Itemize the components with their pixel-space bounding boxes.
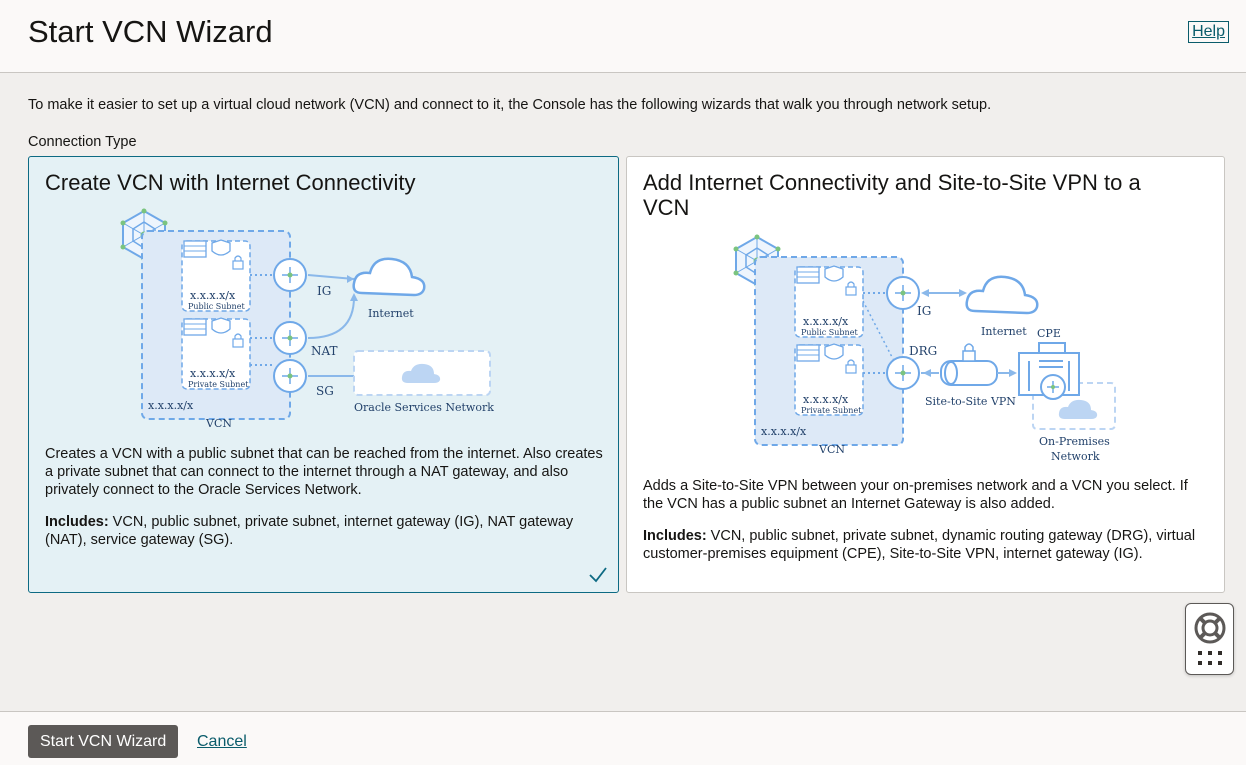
nat-gateway-icon [273, 321, 307, 355]
server-icon [796, 266, 820, 284]
card-description: Adds a Site-to-Site VPN between your on-… [643, 478, 1188, 512]
vcn-cidr: x.x.x.x/x [761, 425, 807, 438]
private-cidr: x.x.x.x/x [190, 367, 236, 380]
page-title: Start VCN Wizard [28, 14, 273, 49]
ig-gateway-icon [886, 276, 920, 310]
includes-text: VCN, public subnet, private subnet, inte… [45, 514, 574, 548]
card-title: Add Internet Connectivity and Site-to-Si… [643, 170, 1141, 220]
internet-cloud-icon [352, 257, 426, 297]
sg-label: SG [316, 384, 334, 398]
grid-icon[interactable] [1198, 651, 1222, 667]
public-subnet-label: Public Subnet [801, 328, 858, 337]
drg-label: DRG [909, 344, 937, 358]
help-link[interactable]: Help [1188, 21, 1229, 43]
cpe-router-icon [1040, 374, 1066, 400]
internet-label: Internet [368, 307, 414, 320]
card-includes: Includes: VCN, public subnet, private su… [45, 513, 605, 549]
service-gateway-icon [273, 359, 307, 393]
security-list-icon [824, 265, 844, 282]
includes-text: VCN, public subnet, private subnet, dyna… [643, 528, 1196, 562]
vpn-label: Site-to-Site VPN [925, 395, 1016, 408]
vcn-vpn-diagram: x.x.x.x/x Public Subnet x.x.x.x/x Privat… [733, 234, 1116, 463]
security-list-icon [211, 317, 231, 334]
start-vcn-wizard-button[interactable]: Start VCN Wizard [28, 725, 179, 758]
public-cidr: x.x.x.x/x [190, 289, 236, 302]
includes-label: Includes: [45, 514, 109, 530]
vcn-internet-diagram: x.x.x.x/x Public Subnet x.x.x.x/x Privat… [120, 208, 494, 429]
ig-label: IG [317, 284, 331, 298]
main-content: To make it easier to set up a virtual cl… [0, 74, 1246, 710]
private-cidr: x.x.x.x/x [803, 393, 849, 406]
nat-label: NAT [311, 344, 338, 358]
server-icon [183, 318, 207, 336]
card-title: Create VCN with Internet Connectivity [45, 170, 416, 195]
drg-gateway-icon [886, 356, 920, 390]
lifebuoy-icon[interactable] [1193, 611, 1227, 645]
connection-type-label: Connection Type [28, 134, 137, 150]
server-icon [183, 240, 207, 258]
internet-cloud-icon [965, 275, 1039, 315]
public-subnet-label: Public Subnet [188, 302, 245, 311]
private-subnet-label: Private Subnet [188, 380, 249, 389]
security-list-icon [824, 343, 844, 360]
osn-label: Oracle Services Network [354, 401, 494, 414]
internet-label: Internet [981, 325, 1027, 338]
cpe-label: CPE [1037, 327, 1061, 340]
footer: Start VCN Wizard Cancel [0, 711, 1246, 765]
checkmark-icon [589, 567, 607, 583]
intro-text: To make it easier to set up a virtual cl… [28, 97, 992, 113]
security-list-icon [211, 239, 231, 256]
vpn-tunnel-icon [940, 343, 998, 386]
card-includes: Includes: VCN, public subnet, private su… [643, 527, 1208, 563]
help-widget[interactable] [1185, 603, 1234, 675]
includes-label: Includes: [643, 528, 707, 544]
ig-gateway-icon [273, 258, 307, 292]
vcn-label: VCN [818, 443, 845, 456]
public-cidr: x.x.x.x/x [803, 315, 849, 328]
card-description: Creates a VCN with a public subnet that … [45, 446, 603, 498]
private-subnet-label: Private Subnet [801, 406, 862, 415]
ig-label: IG [917, 304, 931, 318]
page-header: Start VCN Wizard Help [0, 0, 1246, 73]
onprem-label-2: Network [1051, 450, 1100, 463]
onprem-label-1: On-Premises [1039, 435, 1110, 448]
cancel-link[interactable]: Cancel [197, 733, 247, 751]
card-create-vcn-internet[interactable]: Create VCN with Internet Connectivity x.… [28, 156, 619, 593]
vcn-cidr: x.x.x.x/x [148, 399, 194, 412]
server-icon [796, 344, 820, 362]
vcn-label: VCN [205, 417, 232, 429]
card-add-internet-vpn[interactable]: Add Internet Connectivity and Site-to-Si… [626, 156, 1225, 593]
